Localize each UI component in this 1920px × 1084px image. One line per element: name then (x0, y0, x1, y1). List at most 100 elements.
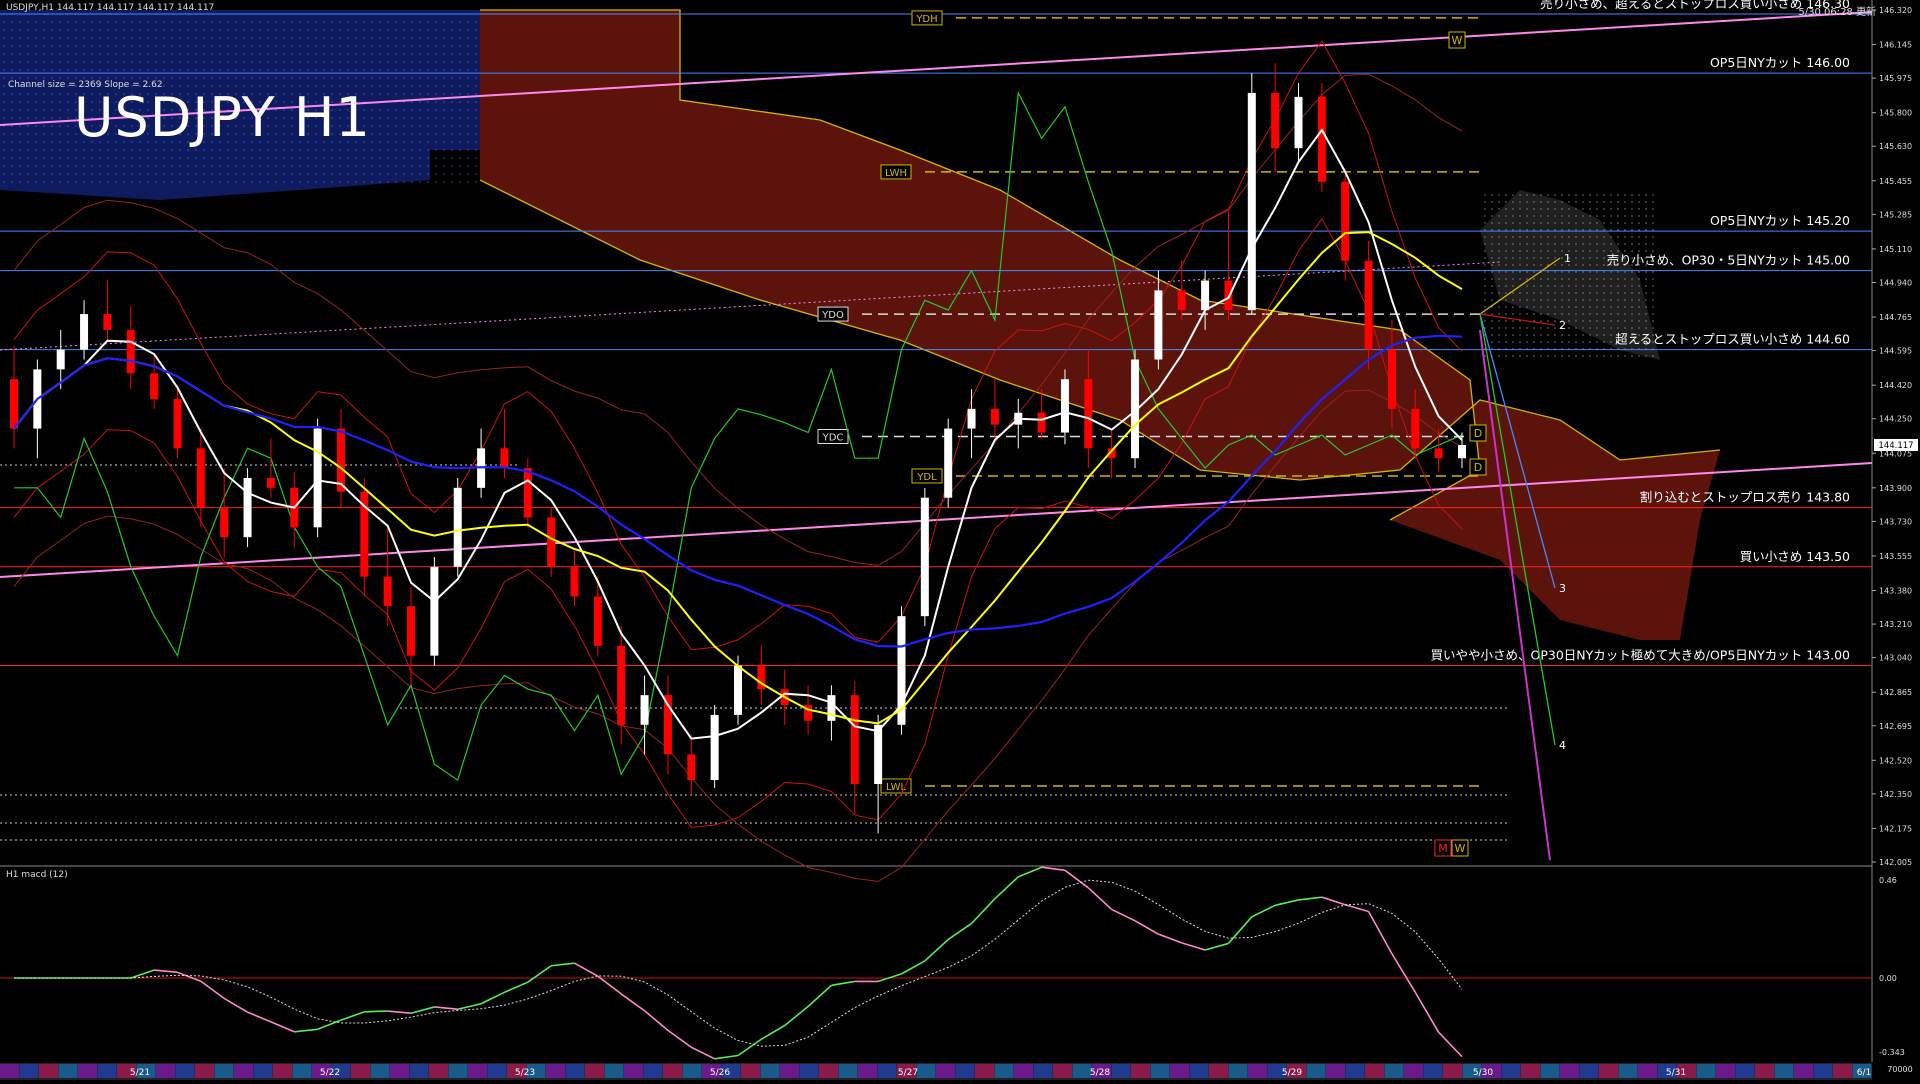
kumo-dot (123, 69, 125, 71)
kumo-dot (275, 69, 277, 71)
kumo-dot (283, 37, 285, 39)
kumo-dot (371, 181, 373, 183)
kumo-dot (187, 173, 189, 175)
session-bar (799, 1064, 819, 1078)
kumo-dot (11, 53, 13, 55)
kumo-dot (27, 29, 29, 31)
kumo-dot (51, 101, 53, 103)
kumo-dot (1568, 215, 1570, 217)
kumo-dot (435, 29, 437, 31)
price-tick-label: 145.975 (1879, 74, 1912, 83)
kumo-dot (1505, 334, 1507, 336)
kumo-dot (1498, 292, 1500, 294)
kumo-dot (59, 109, 61, 111)
kumo-dot (1505, 320, 1507, 322)
kumo-dot (1519, 208, 1521, 210)
kumo-dot (43, 141, 45, 143)
kumo-dot (1617, 222, 1619, 224)
kumo-dot (403, 77, 405, 79)
kumo-dot (451, 125, 453, 127)
kumo-dot (363, 165, 365, 167)
kumo-dot (371, 117, 373, 119)
candle-body (1084, 379, 1093, 449)
kumo-dot (403, 157, 405, 159)
kumo-dot (435, 69, 437, 71)
kumo-dot (331, 37, 333, 39)
kumo-dot (427, 173, 429, 175)
kumo-dot (1526, 313, 1528, 315)
kumo-dot (123, 29, 125, 31)
kumo-dot (1561, 355, 1563, 357)
kumo-dot (275, 29, 277, 31)
kumo-dot (1624, 194, 1626, 196)
candle-body (1434, 448, 1443, 459)
kumo-dot (403, 85, 405, 87)
kumo-dot (259, 21, 261, 23)
kumo-dot (243, 173, 245, 175)
kumo-dot (83, 149, 85, 151)
kumo-dot (115, 53, 117, 55)
kumo-dot (1491, 229, 1493, 231)
kumo-dot (3, 133, 5, 135)
kumo-dot (1533, 257, 1535, 259)
kumo-dot (347, 45, 349, 47)
kumo-dot (395, 149, 397, 151)
kumo-dot (419, 149, 421, 151)
kumo-dot (1631, 320, 1633, 322)
kumo-dot (1540, 292, 1542, 294)
kumo-dot (411, 69, 413, 71)
kumo-dot (315, 69, 317, 71)
kumo-dot (11, 173, 13, 175)
kumo-dot (259, 45, 261, 47)
kumo-dot (1575, 208, 1577, 210)
kumo-dot (1652, 271, 1654, 273)
kumo-dot (1589, 355, 1591, 357)
kumo-dot (419, 93, 421, 95)
kumo-dot (35, 133, 37, 135)
kumo-dot (43, 69, 45, 71)
kumo-dot (227, 53, 229, 55)
kumo-dot (467, 61, 469, 63)
kumo-dot (43, 165, 45, 167)
session-bar (1560, 1064, 1579, 1078)
kumo-dot (67, 141, 69, 143)
kumo-dot (155, 181, 157, 183)
kumo-dot (323, 21, 325, 23)
price-tick-label: 146.145 (1879, 41, 1912, 50)
kumo-dot (331, 157, 333, 159)
kumo-dot (59, 157, 61, 159)
kumo-dot (27, 117, 29, 119)
kumo-dot (1505, 257, 1507, 259)
kumo-dot (323, 173, 325, 175)
kumo-dot (1512, 285, 1514, 287)
kumo-dot (1547, 355, 1549, 357)
kumo-dot (1484, 278, 1486, 280)
kumo-dot (427, 29, 429, 31)
kumo-dot (395, 125, 397, 127)
kumo-dot (235, 45, 237, 47)
kumo-dot (1589, 334, 1591, 336)
kumo-dot (1589, 250, 1591, 252)
kumo-dot (99, 181, 101, 183)
kumo-dot (395, 45, 397, 47)
kumo-dot (307, 21, 309, 23)
kumo-dot (1519, 250, 1521, 252)
date-label: 6/1 (1857, 1068, 1871, 1078)
macd-tick-label: -0.343 (1879, 1048, 1905, 1057)
kumo-dot (155, 173, 157, 175)
session-bar (1716, 1064, 1735, 1078)
kumo-dot (1575, 257, 1577, 259)
kumo-dot (1596, 278, 1598, 280)
kumo-dot (243, 61, 245, 63)
kumo-dot (235, 149, 237, 151)
kumo-dot (363, 181, 365, 183)
kumo-dot (123, 173, 125, 175)
kumo-dot (155, 37, 157, 39)
kumo-dot (11, 157, 13, 159)
kumo-dot (1582, 334, 1584, 336)
kumo-dot (395, 61, 397, 63)
session-bar (1443, 1064, 1462, 1078)
kumo-dot (35, 21, 37, 23)
kumo-dot (1519, 222, 1521, 224)
kumo-dot (147, 165, 149, 167)
